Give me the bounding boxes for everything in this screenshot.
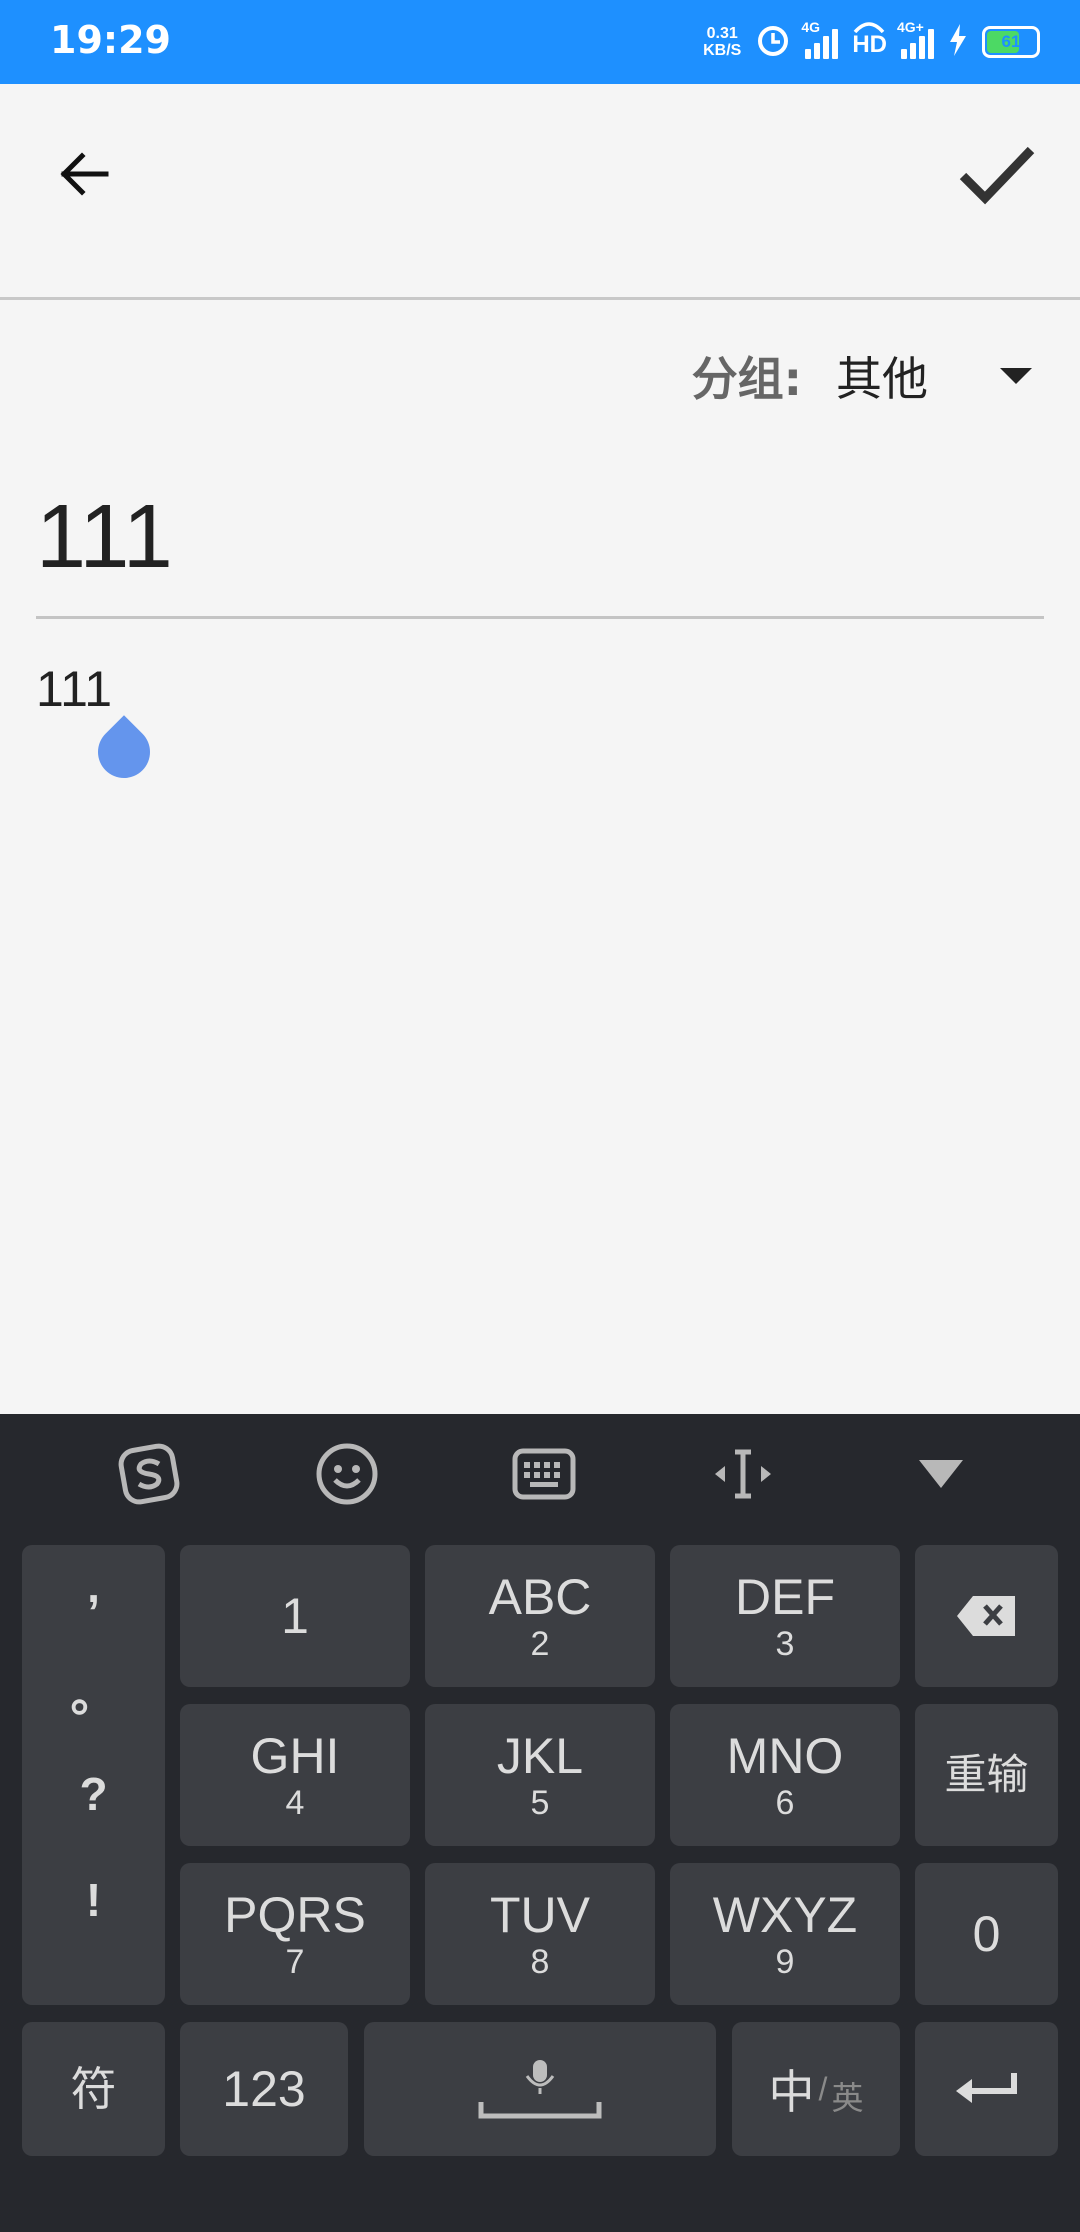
language-toggle-key[interactable]: 中 / 英 <box>732 2022 900 2156</box>
symbol-key[interactable]: 符 <box>22 2022 165 2156</box>
body-text[interactable]: 111 <box>36 661 112 717</box>
symbol-comma[interactable]: , <box>22 1559 165 1613</box>
microphone-icon <box>478 2060 602 2119</box>
keyboard-toolbar <box>0 1414 1080 1534</box>
hd-voice-icon: HD <box>852 22 887 59</box>
app-bar <box>0 84 1080 300</box>
key-1[interactable]: 1 <box>180 1545 410 1687</box>
signal-1-icon: 4G <box>801 19 839 59</box>
key-5-jkl[interactable]: JKL 5 <box>425 1704 655 1846</box>
arrow-left-icon <box>60 152 109 196</box>
signal-1-label: 4G <box>801 19 821 35</box>
keyboard: , 。 ? ! 1 ABC 2 DEF 3 GHI 4 JKL 5 MNO 6 … <box>0 1414 1080 2232</box>
net-speed-unit: KB/S <box>703 42 742 59</box>
key-9-wxyz[interactable]: WXYZ 9 <box>670 1863 900 2005</box>
key-2-abc[interactable]: ABC 2 <box>425 1545 655 1687</box>
backspace-key[interactable] <box>915 1545 1058 1687</box>
status-icons: 0.31 KB/S 4G HD 4G+ 61 <box>703 14 1040 70</box>
sogou-logo-icon[interactable] <box>114 1439 184 1509</box>
key-0[interactable]: 0 <box>915 1863 1058 2005</box>
battery-percent: 61 <box>1001 32 1021 51</box>
title-text[interactable]: 111 <box>36 486 173 589</box>
keyboard-icon[interactable] <box>509 1439 579 1509</box>
battery-icon: 61 <box>982 26 1040 58</box>
signal-2-label: 4G+ <box>897 19 924 35</box>
body-input[interactable]: 111 <box>36 660 1044 789</box>
status-bar: 19:29 0.31 KB/S 4G HD 4G+ 61 <box>0 0 1080 84</box>
collapse-icon[interactable] <box>906 1439 976 1509</box>
status-time: 19:29 <box>50 18 171 62</box>
symbol-period[interactable]: 。 <box>22 1659 165 1725</box>
enter-key[interactable] <box>915 2022 1058 2156</box>
network-speed: 0.31 KB/S <box>703 25 741 59</box>
cursor-handle[interactable] <box>87 715 161 789</box>
back-button[interactable] <box>44 134 124 214</box>
symbol-column[interactable]: , 。 ? ! <box>22 1545 165 2005</box>
hd-label: HD <box>852 31 887 58</box>
number-key[interactable]: 123 <box>180 2022 348 2156</box>
symbol-question[interactable]: ? <box>22 1767 165 1821</box>
key-3-def[interactable]: DEF 3 <box>670 1545 900 1687</box>
cursor-move-icon[interactable] <box>708 1439 778 1509</box>
key-7-pqrs[interactable]: PQRS 7 <box>180 1863 410 2005</box>
check-icon <box>959 146 1035 205</box>
emoji-icon[interactable] <box>312 1439 382 1509</box>
group-label: 分组: <box>691 352 802 406</box>
enter-icon <box>955 2073 1017 2103</box>
alarm-icon <box>755 22 791 63</box>
group-selector[interactable]: 分组: 其他 <box>692 340 1032 412</box>
save-button[interactable] <box>952 129 1042 219</box>
net-speed-value: 0.31 <box>706 25 738 42</box>
dropdown-caret-icon[interactable] <box>1000 368 1032 384</box>
key-6-mno[interactable]: MNO 6 <box>670 1704 900 1846</box>
title-input[interactable]: 111 <box>36 470 1044 619</box>
key-4-ghi[interactable]: GHI 4 <box>180 1704 410 1846</box>
space-key[interactable] <box>364 2022 716 2156</box>
charging-icon <box>948 23 968 61</box>
signal-2-icon: 4G+ <box>897 19 934 59</box>
key-8-tuv[interactable]: TUV 8 <box>425 1863 655 2005</box>
group-value[interactable]: 其他 <box>836 343 928 409</box>
symbol-exclaim[interactable]: ! <box>22 1873 165 1927</box>
backspace-icon <box>956 1596 1015 1636</box>
reenter-key[interactable]: 重输 <box>915 1704 1058 1846</box>
